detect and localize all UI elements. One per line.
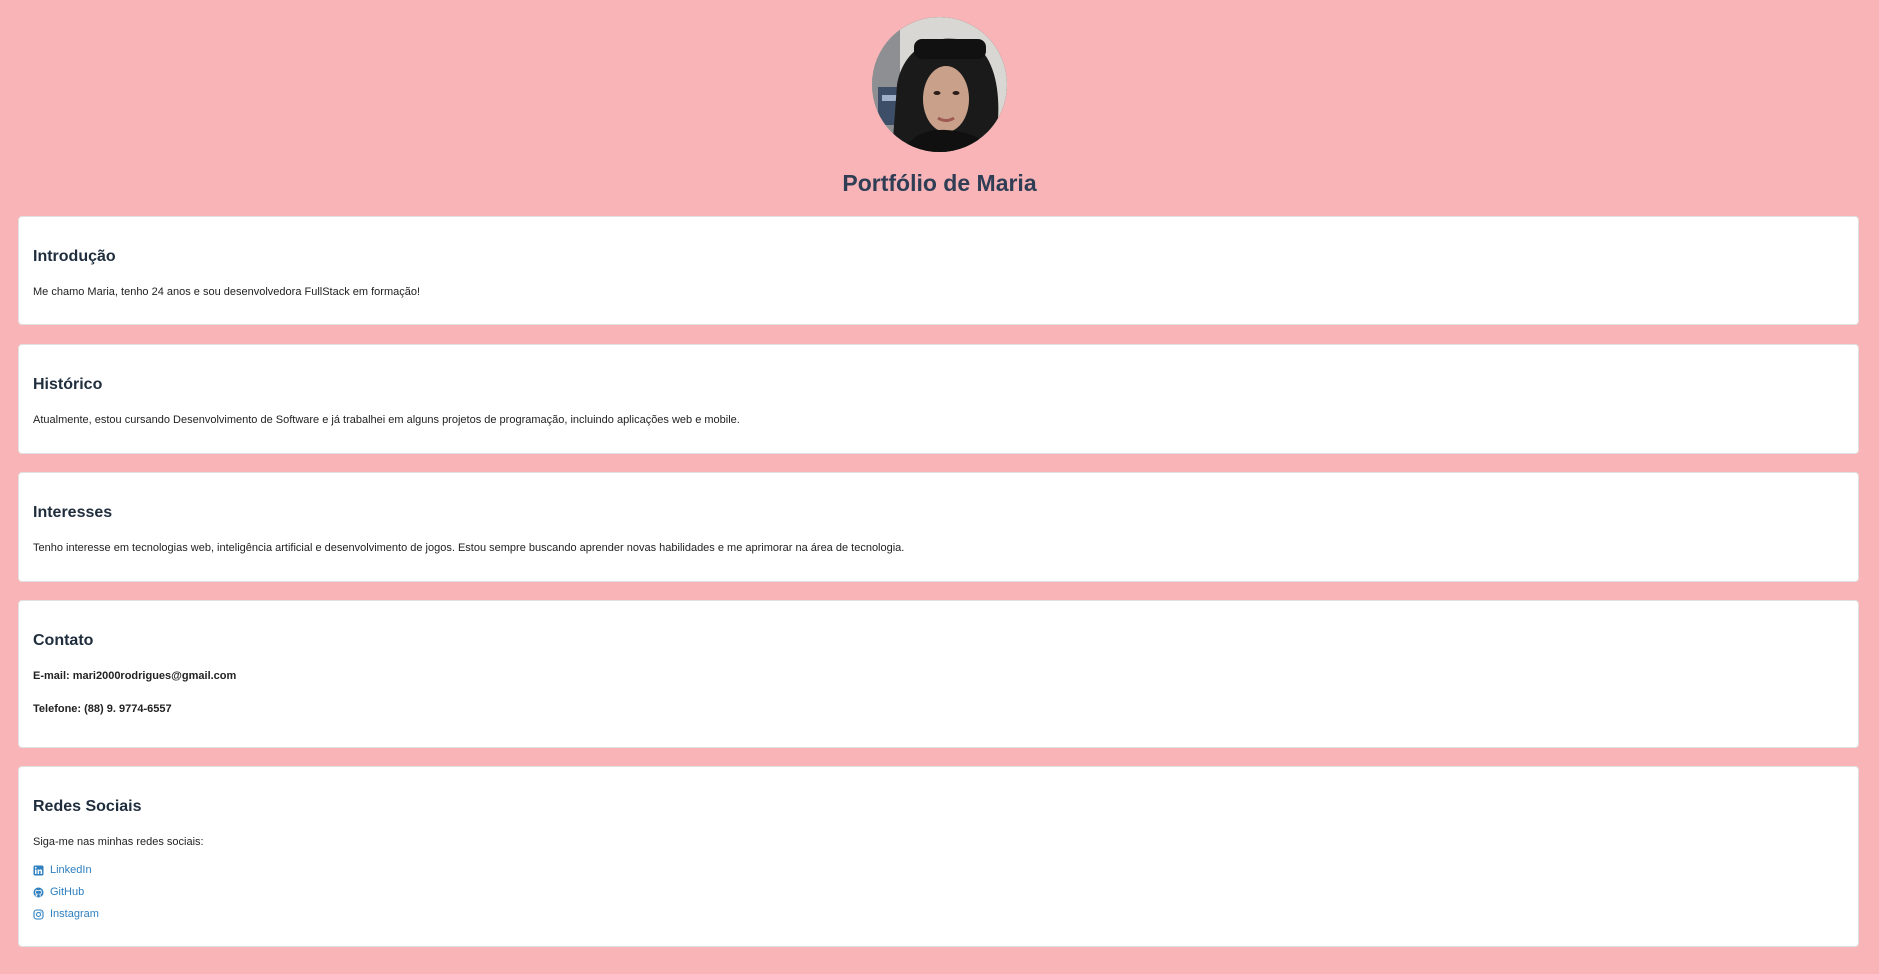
history-section: Histórico Atualmente, estou cursando Des… [18,344,1859,454]
instagram-icon [33,908,44,920]
instagram-label: Instagram [50,908,99,920]
contact-heading: Contato [33,632,94,649]
intro-section: Introdução Me chamo Maria, tenho 24 anos… [18,216,1859,325]
intro-text: Me chamo Maria, tenho 24 anos e sou dese… [33,286,421,298]
github-label: GitHub [50,886,85,898]
page-title: Portfólio de Maria [842,170,1037,196]
contact-section: Contato E-mail: mari2000rodrigues@gmail.… [18,600,1859,748]
interests-section: Interesses Tenho interesse em tecnologia… [18,472,1859,582]
social-link-github[interactable]: GitHub [33,885,84,899]
page-header: Portfólio de Maria [0,0,1879,216]
social-heading: Redes Sociais [33,798,142,815]
linkedin-icon [33,865,44,876]
avatar [872,17,1007,152]
social-text: Siga-me nas minhas redes sociais: [33,836,204,848]
history-heading: Histórico [33,376,103,393]
social-link-instagram[interactable]: Instagram [33,907,99,921]
github-icon [33,887,44,898]
interests-text: Tenho interesse em tecnologias web, inte… [33,542,905,554]
interests-heading: Interesses [33,504,113,521]
contact-email: E-mail: mari2000rodrigues@gmail.com [33,670,237,682]
profile-photo [872,17,1007,152]
linkedin-label: LinkedIn [50,864,92,876]
intro-heading: Introdução [33,248,116,265]
social-link-linkedin[interactable]: LinkedIn [33,863,92,877]
social-section: Redes Sociais Siga-me nas minhas redes s… [18,766,1859,947]
contact-phone: Telefone: (88) 9. 9774-6557 [33,703,172,715]
history-text: Atualmente, estou cursando Desenvolvimen… [33,414,740,426]
